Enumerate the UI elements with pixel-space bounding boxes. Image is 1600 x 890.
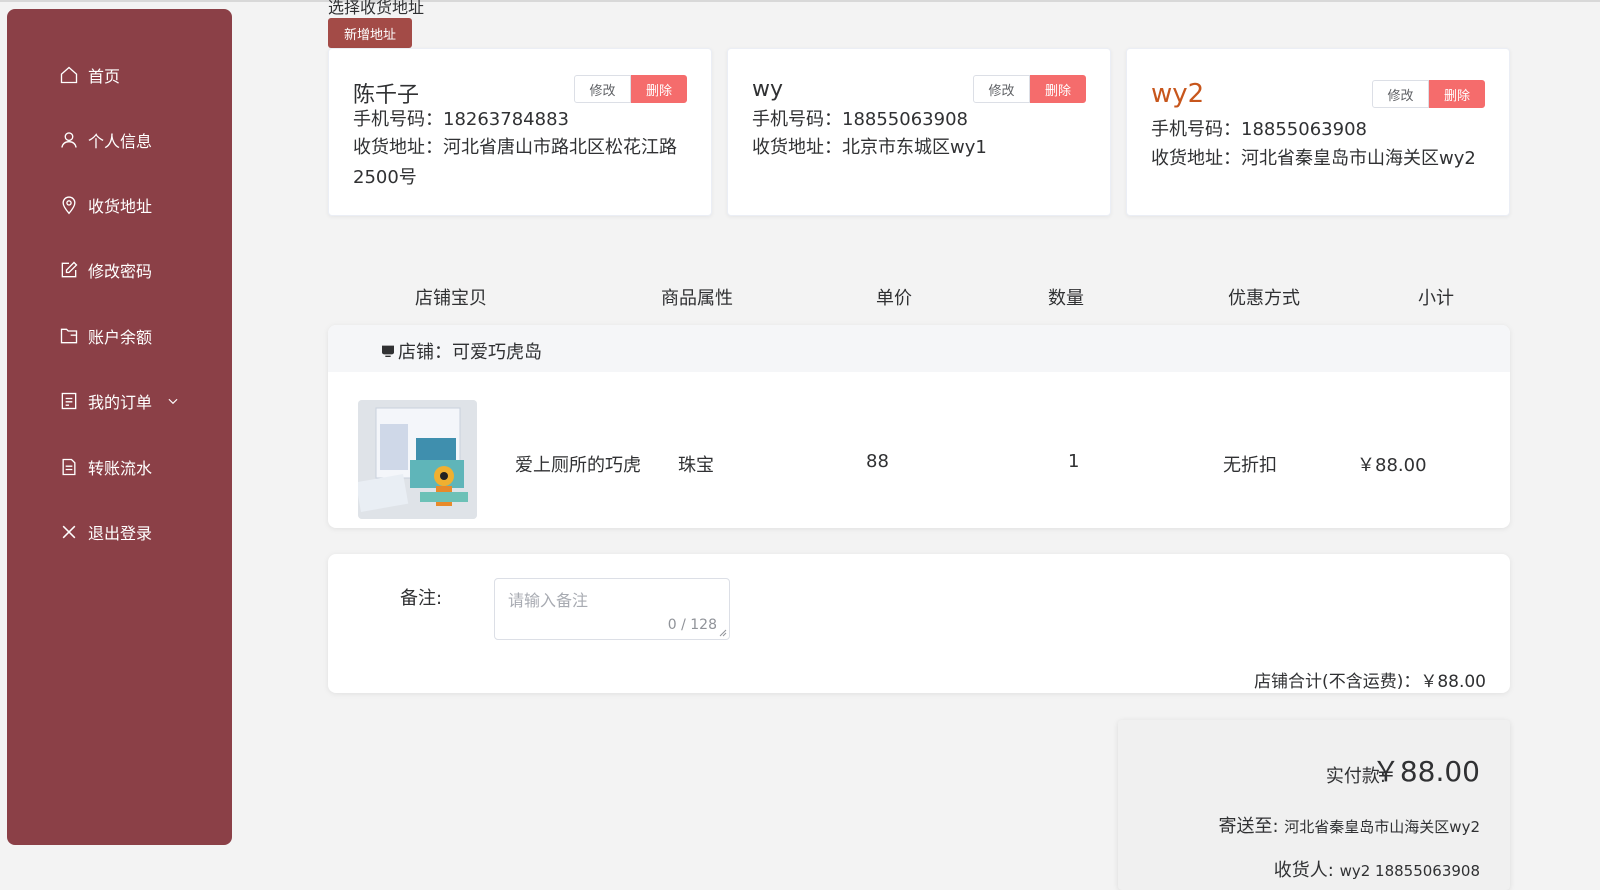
product-attribute: 珠宝 <box>678 455 714 476</box>
file-icon <box>62 458 76 476</box>
ship-to-label: 寄送至: <box>1218 816 1279 837</box>
close-icon <box>62 525 76 539</box>
user-icon <box>61 132 77 148</box>
receiver-label: 收货人: <box>1273 860 1334 881</box>
sidebar-item-label: 退出登录 <box>88 524 153 543</box>
delete-address-button[interactable]: 删除 <box>1030 75 1086 103</box>
address-detail: 收货地址：河北省秦皇岛市山海关区wy2 <box>1151 148 1476 169</box>
product-quantity: 1 <box>1068 451 1080 472</box>
sidebar: 首页 个人信息 收货地址 修改密码 账户余额 我的订单 转账流水 退出登录 <box>7 9 232 845</box>
wallet-icon <box>60 328 78 344</box>
home-icon <box>60 66 78 84</box>
sidebar-item-orders[interactable]: 我的订单 <box>59 387 180 415</box>
header-quantity: 数量 <box>1048 288 1084 309</box>
header-shop-item: 店铺宝贝 <box>415 288 487 309</box>
product-price: 88 <box>866 451 889 472</box>
chevron-down-icon <box>168 398 178 405</box>
remark-label: 备注: <box>400 588 443 609</box>
document-icon <box>61 392 77 410</box>
delete-address-button[interactable]: 删除 <box>631 75 687 103</box>
product-image[interactable] <box>358 400 477 519</box>
sidebar-item-label: 我的订单 <box>88 393 153 412</box>
ship-to-row: 寄送至: 河北省秦皇岛市山海关区wy2 <box>1218 812 1480 838</box>
sidebar-item-transfers[interactable]: 转账流水 <box>59 453 152 481</box>
header-attribute: 商品属性 <box>661 288 733 309</box>
remark-textarea[interactable]: 请输入备注 0 / 128 <box>494 578 730 640</box>
shop-order-box: 店铺：可爱巧虎岛 爱上厕所的巧虎 珠宝 88 1 无折扣 ￥88.00 <box>328 325 1510 528</box>
sidebar-item-label: 账户余额 <box>88 328 153 347</box>
delete-address-button[interactable]: 删除 <box>1429 80 1485 108</box>
address-card[interactable]: 陈千子 修改 删除 手机号码：18263784883 收货地址：河北省唐山市路北… <box>328 48 712 216</box>
sidebar-item-address[interactable]: 收货地址 <box>59 191 152 219</box>
header-discount: 优惠方式 <box>1228 288 1300 309</box>
top-divider <box>0 0 1600 2</box>
address-detail: 收货地址：北京市东城区wy1 <box>752 137 987 158</box>
shop-name-label: 店铺：可爱巧虎岛 <box>398 342 542 363</box>
remark-placeholder: 请输入备注 <box>508 591 589 610</box>
resize-grip-icon[interactable] <box>719 629 727 637</box>
header-subtotal: 小计 <box>1418 288 1454 309</box>
sidebar-item-balance[interactable]: 账户余额 <box>59 322 152 350</box>
shop-icon <box>382 345 394 357</box>
edit-address-button[interactable]: 修改 <box>1372 80 1429 108</box>
address-name: wy <box>752 77 784 102</box>
address-detail: 收货地址：河北省唐山市路北区松花江路2500号 <box>353 137 677 188</box>
add-address-button[interactable]: 新增地址 <box>328 18 412 48</box>
product-subtotal: ￥88.00 <box>1357 455 1427 476</box>
edit-address-button[interactable]: 修改 <box>973 75 1030 103</box>
edit-address-button[interactable]: 修改 <box>574 75 631 103</box>
address-actions: 修改 删除 <box>574 75 687 103</box>
sidebar-item-logout[interactable]: 退出登录 <box>59 518 152 546</box>
address-actions: 修改 删除 <box>1372 80 1485 108</box>
address-phone: 手机号码：18855063908 <box>1151 119 1367 140</box>
edit-icon <box>61 261 78 278</box>
sidebar-item-home[interactable]: 首页 <box>59 61 120 89</box>
address-section-title: 选择收货地址 <box>328 0 425 17</box>
product-title[interactable]: 爱上厕所的巧虎 <box>515 451 641 477</box>
order-summary: 实付款: ￥88.00 寄送至: 河北省秦皇岛市山海关区wy2 收货人: wy2… <box>1118 720 1510 890</box>
product-discount: 无折扣 <box>1223 455 1277 476</box>
remark-box: 备注: 请输入备注 0 / 128 店铺合计(不含运费)：￥88.00 <box>328 554 1510 693</box>
sidebar-item-label: 转账流水 <box>88 459 153 478</box>
shop-header: 店铺：可爱巧虎岛 <box>328 325 1510 372</box>
address-name: wy2 <box>1151 79 1205 109</box>
address-actions: 修改 删除 <box>973 75 1086 103</box>
sidebar-item-label: 修改密码 <box>88 262 153 281</box>
receiver-info: wy2 18855063908 <box>1339 862 1480 880</box>
sidebar-item-label: 首页 <box>88 67 121 86</box>
product-photo <box>358 400 477 519</box>
header-price: 单价 <box>876 288 912 309</box>
ship-to-address: 河北省秦皇岛市山海关区wy2 <box>1284 818 1480 836</box>
receiver-row: 收货人: wy2 18855063908 <box>1274 856 1480 882</box>
sidebar-item-label: 个人信息 <box>88 132 153 151</box>
location-icon <box>62 196 76 215</box>
sidebar-item-profile[interactable]: 个人信息 <box>59 126 152 154</box>
remark-char-count: 0 / 128 <box>667 617 717 633</box>
address-card-selected[interactable]: wy2 修改 删除 手机号码：18855063908 收货地址：河北省秦皇岛市山… <box>1126 48 1510 216</box>
sidebar-item-label: 收货地址 <box>88 197 153 216</box>
shop-name: 店铺：可爱巧虎岛 <box>380 338 542 364</box>
pay-amount: ￥88.00 <box>1371 755 1480 788</box>
shop-total: 店铺合计(不含运费)：￥88.00 <box>1254 672 1486 692</box>
address-phone: 手机号码：18263784883 <box>353 109 569 130</box>
address-card[interactable]: wy 修改 删除 手机号码：18855063908 收货地址：北京市东城区wy1 <box>727 48 1111 216</box>
address-phone: 手机号码：18855063908 <box>752 109 968 130</box>
sidebar-item-password[interactable]: 修改密码 <box>59 256 152 284</box>
